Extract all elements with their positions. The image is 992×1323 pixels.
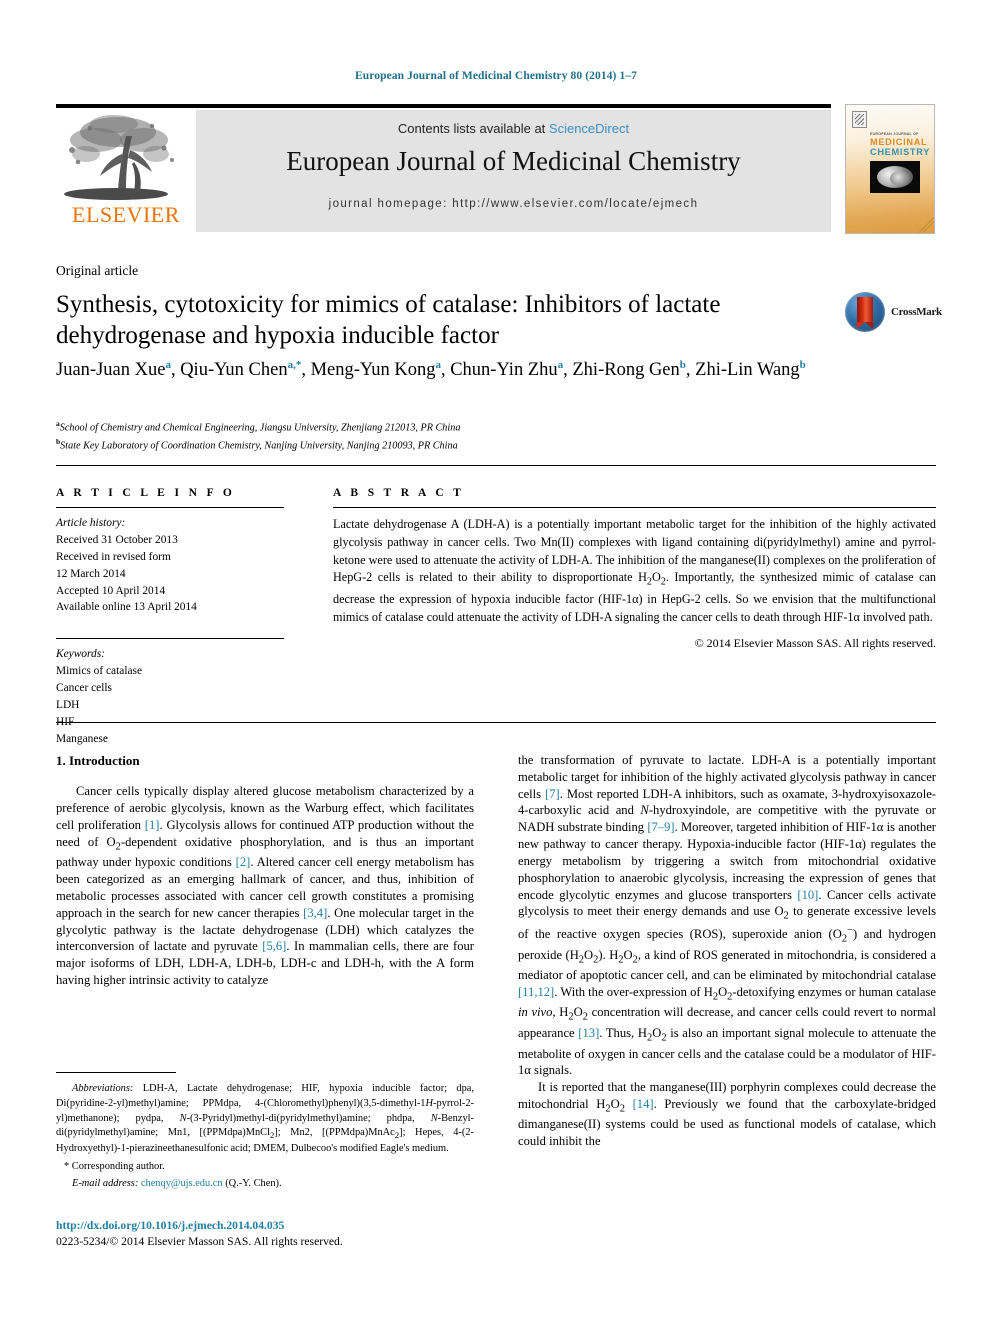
- article-info-heading: A R T I C L E I N F O: [56, 487, 236, 499]
- journal-masthead: ELSEVIER Contents lists available at Sci…: [56, 110, 831, 232]
- citation-link[interactable]: [7]: [545, 787, 560, 801]
- affiliation-list: aSchool of Chemistry and Chemical Engine…: [56, 418, 836, 453]
- cover-molecule-blob-2: [890, 171, 910, 186]
- citation-link[interactable]: [5,6]: [262, 939, 286, 953]
- corresponding-author-note: * Corresponding author.: [64, 1161, 165, 1173]
- keyword-item: LDH: [56, 698, 80, 711]
- page-title: Synthesis, cytotoxicity for mimics of ca…: [56, 291, 721, 349]
- abstract-copyright: © 2014 Elsevier Masson SAS. All rights r…: [694, 636, 936, 651]
- article-history-label: Article history:: [56, 517, 126, 529]
- footnote-rule: [56, 1072, 176, 1073]
- citation-link[interactable]: [10]: [797, 888, 818, 902]
- abbreviations-note: Abbreviations: LDH-A, Lactate dehydrogen…: [56, 1082, 474, 1156]
- citation-link[interactable]: [1]: [145, 818, 160, 832]
- body-paragraph: It is reported that the manganese(III) p…: [518, 1080, 936, 1149]
- history-item: Received in revised form: [56, 550, 171, 563]
- citation-link[interactable]: [11,12]: [518, 985, 554, 999]
- citation-link[interactable]: [13]: [578, 1026, 599, 1040]
- affiliation-text-b: State Key Laboratory of Coordination Che…: [60, 440, 458, 452]
- cover-molecule-image: [870, 161, 920, 193]
- email-link[interactable]: chenqy@ujs.edu.cn: [141, 1178, 223, 1189]
- sciencedirect-link[interactable]: ScienceDirect: [549, 121, 629, 136]
- email-note: E-mail address: chenqy@ujs.edu.cn (Q.-Y.…: [56, 1177, 474, 1192]
- crossmark-circle-icon: [845, 292, 885, 332]
- keyword-item: Manganese: [56, 732, 108, 745]
- running-head: European Journal of Medicinal Chemistry …: [354, 70, 638, 82]
- masthead-top-rule: [56, 104, 831, 108]
- history-item: Available online 13 April 2014: [56, 601, 197, 614]
- affiliation-a: aSchool of Chemistry and Chemical Engine…: [56, 418, 836, 436]
- abbreviations-label: Abbreviations:: [72, 1083, 134, 1094]
- abstract-heading: A B S T R A C T: [333, 487, 465, 499]
- masthead-panel: Contents lists available at ScienceDirec…: [196, 110, 831, 232]
- info-block-top-rule: [56, 465, 936, 466]
- info-block-bottom-rule: [56, 722, 936, 723]
- history-item: Received 31 October 2013: [56, 533, 178, 546]
- abstract-block: A B S T R A C T Lactate dehydrogenase A …: [333, 487, 936, 651]
- email-suffix: (Q.-Y. Chen).: [225, 1178, 282, 1190]
- cover-elsevier-icon: [852, 111, 867, 128]
- email-label: E-mail address:: [72, 1178, 139, 1190]
- affiliation-text-a: School of Chemistry and Chemical Enginee…: [59, 422, 461, 434]
- keywords-rule: [56, 638, 284, 640]
- citation-link[interactable]: [14]: [633, 1097, 654, 1111]
- contents-prefix: Contents lists available at: [397, 121, 549, 136]
- journal-homepage-link[interactable]: journal homepage: http://www.elsevier.co…: [196, 198, 831, 210]
- citation-link[interactable]: [2]: [236, 855, 251, 869]
- author-list: Juan-Juan Xuea, Qiu-Yun Chena,*, Meng-Yu…: [56, 359, 806, 381]
- elsevier-logo: ELSEVIER: [56, 110, 196, 232]
- crossmark-bookmark-icon: [857, 297, 873, 329]
- keyword-item: Mimics of catalase: [56, 665, 143, 678]
- cover-eyebrow: EUROPEAN JOURNAL OF: [870, 132, 919, 136]
- article-info-rule: [56, 507, 284, 508]
- issn-copyright-line: 0223-5234/© 2014 Elsevier Masson SAS. Al…: [56, 1235, 343, 1248]
- history-item: 12 March 2014: [56, 567, 126, 580]
- cover-title-chemistry: CHEMISTRY: [870, 147, 931, 157]
- elsevier-wordmark: ELSEVIER: [72, 202, 180, 227]
- article-info-block: A R T I C L E I N F O Article history: R…: [56, 487, 296, 748]
- keyword-item: Cancer cells: [56, 682, 112, 694]
- keywords-label: Keywords:: [56, 648, 105, 661]
- section-heading-introduction: 1. Introduction: [56, 753, 140, 768]
- body-column-right: the transformation of pyruvate to lactat…: [518, 752, 936, 1150]
- citation-link[interactable]: [3,4]: [303, 906, 327, 920]
- contents-lists-line: Contents lists available at ScienceDirec…: [196, 121, 831, 136]
- article-history: Article history: Received 31 October 201…: [56, 515, 296, 616]
- crossmark-label: CrossMark: [891, 306, 942, 318]
- citation-link[interactable]: [7–9]: [647, 820, 674, 834]
- body-paragraph: the transformation of pyruvate to lactat…: [518, 753, 937, 1078]
- history-item: Accepted 10 April 2014: [56, 584, 166, 597]
- affiliation-b: bState Key Laboratory of Coordination Ch…: [56, 436, 836, 454]
- cover-title-medicinal: MEDICINAL: [870, 137, 928, 147]
- footnote-block: Abbreviations: LDH-A, Lactate dehydrogen…: [56, 1082, 474, 1192]
- journal-cover-thumbnail: EUROPEAN JOURNAL OF MEDICINAL CHEMISTRY: [845, 104, 935, 234]
- abstract-rule: [333, 507, 936, 508]
- body-column-left: 1. Introduction Cancer cells typically d…: [56, 752, 474, 989]
- body-paragraph: Cancer cells typically display altered g…: [56, 784, 475, 987]
- journal-title: European Journal of Medicinal Chemistry: [286, 146, 741, 176]
- keywords-block: Keywords: Mimics of catalase Cancer cell…: [56, 646, 296, 747]
- article-type-kicker: Original article: [56, 263, 139, 278]
- crossmark-badge[interactable]: CrossMark: [845, 292, 942, 334]
- article-page: European Journal of Medicinal Chemistry …: [0, 0, 992, 1323]
- abstract-text: Lactate dehydrogenase A (LDH-A) is a pot…: [333, 517, 936, 624]
- doi-link[interactable]: http://dx.doi.org/10.1016/j.ejmech.2014.…: [56, 1219, 284, 1232]
